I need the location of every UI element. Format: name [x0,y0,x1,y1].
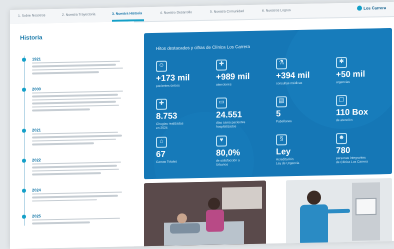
care-icon: ✚ [216,59,227,71]
stat-label: consultas médicas [276,80,303,86]
patients-icon: ☺ [156,60,167,72]
timeline-text [32,60,128,77]
law-icon: § [276,134,287,146]
stat-label-secondary: en 2024 [156,125,168,130]
timeline-year: 2024 [32,187,41,193]
bed-icon: ▭ [216,97,227,109]
tab-logros[interactable]: 6. Nuestros Logros [262,8,291,13]
timeline-text [32,90,128,114]
stat-label: pacientes únicos [156,83,180,88]
highlights-column: Hitos destacados y cifras de Clínica Los… [134,16,394,249]
timeline-text [32,161,128,178]
timeline-year: 2022 [32,157,41,163]
heart-icon: ♥ [216,135,227,147]
tab-trayectoria[interactable]: 2. Nuestra Trayectoria [62,12,95,17]
tab-desarrollo[interactable]: 4. Nuestro Desarrollo [160,10,192,15]
timeline-text [32,191,128,204]
history-title: Historia [20,35,43,42]
stat-value: 80,0% [216,147,241,158]
tab-comunidad[interactable]: 5. Nuestra Comunidad [210,9,244,14]
stat-value: +394 mil [276,69,310,81]
stat-label: Camas Totales [156,159,178,164]
stat-label-secondary: Ley de Urgencia [276,160,300,166]
stat-value: 67 [156,148,166,159]
stat-value: +173 mil [156,72,190,83]
timeline-year: 2000 [32,86,41,92]
stat-label-secondary: hospitalizados [216,124,237,129]
timeline-year: 1921 [32,56,41,62]
stat-value: 5 [276,108,281,119]
stats-panel: Hitos destacados y cifras de Clínica Los… [144,27,392,180]
tab-historia[interactable]: 3. Nuestra Historia [112,11,142,16]
timeline-year: 2025 [32,213,41,219]
nurse-with-patient-photo [144,180,266,249]
stat-label-secondary: de Clínica Los Carrera [336,159,368,165]
box-icon: ▢ [336,94,347,107]
stat-label-secondary: Urbanos [216,162,229,167]
stat-label: de atención [336,117,353,123]
timeline-year: 2021 [32,127,41,133]
stat-value: 24.551 [216,109,242,120]
lab-icon: ⚗ [276,58,287,70]
stat-label: atenciones [216,82,232,87]
brand-logo[interactable]: Los Carrera [356,5,386,12]
report-page: 1. Sobre Nosotros 2. Nuestra Trayectoria… [10,1,394,249]
stat-value: 8.753 [156,110,178,121]
stat-value: +50 mil [336,68,366,80]
stat-value: Ley [276,146,291,157]
building-icon: ▤ [276,96,287,108]
timeline-text [32,131,128,148]
stat-label: Pabellones [276,119,292,124]
stat-label: urgencias [336,79,350,85]
brand-name: Los Carrera [363,5,386,11]
stat-value: 110 Box [336,106,369,118]
stat-value: +989 mil [216,70,250,82]
staff-icon: ☻ [336,132,347,145]
xray-technician-photo [286,177,392,247]
doctor-icon: ✚ [156,98,167,110]
tab-sobre-nosotros[interactable]: 1. Sobre Nosotros [18,13,45,18]
stat-value: 780 [336,144,351,156]
clinic-icon: ⌂ [156,136,167,148]
surgery-icon: ✱ [336,56,347,69]
timeline-line [24,55,25,226]
logo-icon [356,6,362,12]
photo-illustration [144,180,266,249]
photo-illustration [286,177,392,247]
